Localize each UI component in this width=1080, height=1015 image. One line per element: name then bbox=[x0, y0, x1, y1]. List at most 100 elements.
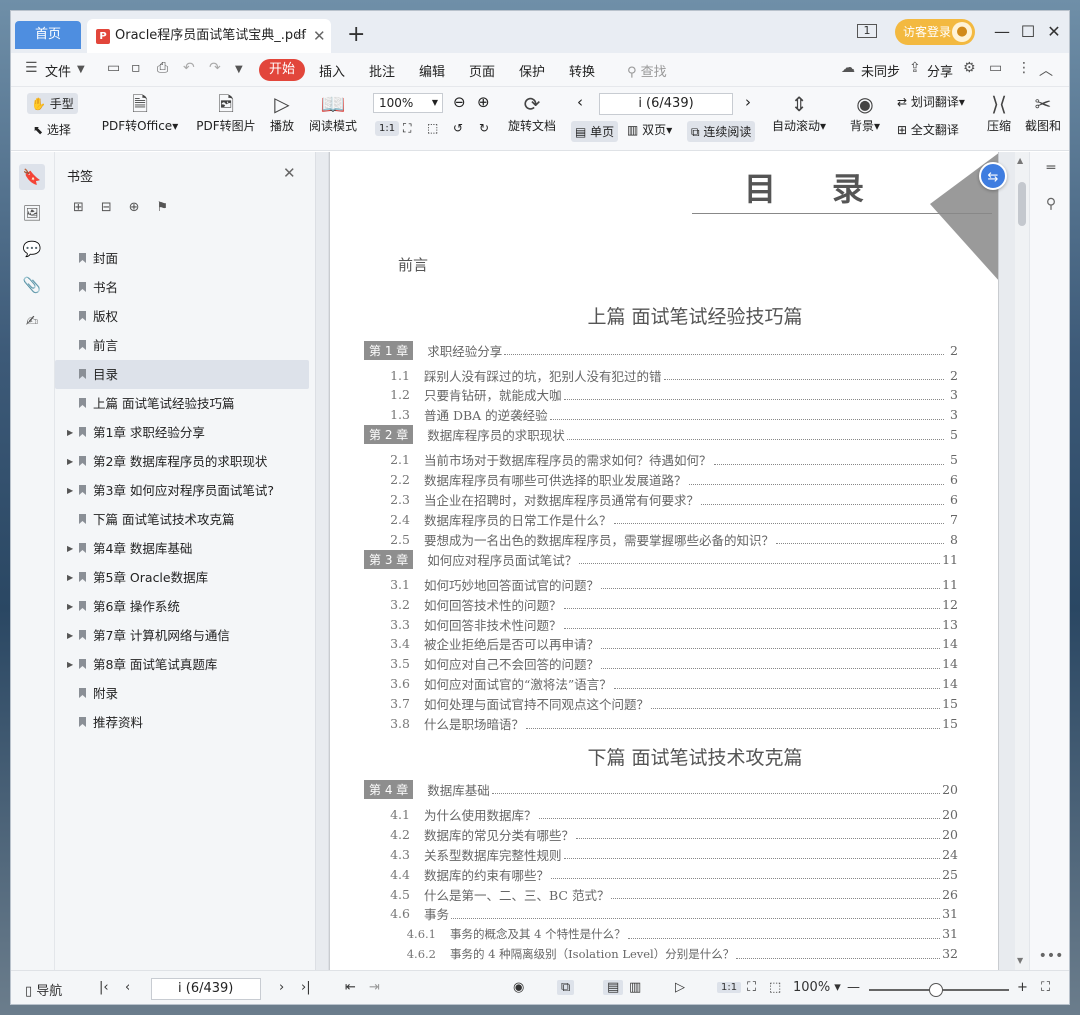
sidebar-item[interactable]: ▶ 第8章 面试笔试真题库 bbox=[55, 650, 315, 679]
single-view-icon[interactable]: ▤ bbox=[603, 980, 624, 995]
status-prev-page-icon[interactable]: ‹ bbox=[125, 980, 130, 995]
unsync-status[interactable]: 未同步 bbox=[861, 61, 900, 80]
fit-width-icon[interactable]: ⬚ bbox=[427, 121, 438, 135]
read-mode-button[interactable]: 📖 阅读模式 bbox=[307, 91, 359, 134]
tab-close-icon[interactable]: ✕ bbox=[313, 19, 326, 53]
status-next-page-icon[interactable]: › bbox=[279, 980, 284, 995]
sidebar-item[interactable]: 版权 bbox=[55, 302, 315, 331]
toc-section-row[interactable]: 4.3 关系型数据库完整性规则 24 bbox=[364, 844, 958, 864]
print-icon[interactable]: ⎙ bbox=[157, 60, 168, 76]
menu-convert[interactable]: 转换 bbox=[569, 61, 595, 80]
first-page-icon[interactable]: |‹ bbox=[99, 980, 109, 995]
toc-section-row[interactable]: 2.2 数据库程序员有哪些可供选择的职业发展道路？ 6 bbox=[364, 470, 958, 490]
forward-view-icon[interactable]: ⇥ bbox=[369, 980, 380, 995]
play-mode-icon[interactable]: ▷ bbox=[675, 980, 685, 995]
menu-insert[interactable]: 插入 bbox=[319, 61, 345, 80]
open-folder-icon[interactable]: ▭ bbox=[107, 60, 120, 76]
status-actual-size-icon[interactable]: 1:1 bbox=[717, 982, 742, 993]
sidebar-item[interactable]: 封面 bbox=[55, 244, 315, 273]
chevron-down-icon[interactable]: ▼ bbox=[77, 64, 85, 75]
cloud-sync-icon[interactable]: ☁ bbox=[841, 60, 855, 76]
convert-fab-icon[interactable]: ⇆ bbox=[979, 162, 1007, 190]
sidebar-item[interactable]: 前言 bbox=[55, 331, 315, 360]
pdf-to-image-button[interactable]: 🖻 PDF转图片 bbox=[193, 91, 259, 134]
screenshot-button[interactable]: ✂ 截图和 bbox=[1025, 91, 1061, 134]
sidebar-item[interactable]: ▶ 第3章 如何应对程序员面试笔试? bbox=[55, 476, 315, 505]
add-bookmark-icon[interactable]: ⊕ bbox=[129, 200, 153, 215]
menu-start[interactable]: 开始 bbox=[259, 59, 305, 81]
expand-arrow-icon[interactable]: ▶ bbox=[67, 650, 73, 679]
expand-all-icon[interactable]: ⊞ bbox=[73, 200, 97, 215]
toc-section-row[interactable]: 1.1 踩别人没有踩过的坑，犯别人没有犯过的错 2 bbox=[364, 365, 958, 385]
hamburger-menu-icon[interactable]: ☰ bbox=[25, 60, 38, 76]
auto-scroll-button[interactable]: ⇕ 自动滚动▾ bbox=[769, 91, 829, 134]
nav-toggle-button[interactable]: ▯ 导航 bbox=[25, 980, 62, 999]
toc-section-row[interactable]: 3.8 什么是职场暗语？ 15 bbox=[364, 714, 958, 734]
full-translate-button[interactable]: ⊞ 全文翻译 bbox=[897, 121, 959, 138]
expand-arrow-icon[interactable]: ▶ bbox=[67, 447, 73, 476]
thumbnail-icon[interactable]: 🖼 bbox=[19, 200, 45, 226]
menu-edit[interactable]: 编辑 bbox=[419, 61, 445, 80]
single-page-button[interactable]: ▤ 单页 bbox=[571, 121, 619, 142]
compress-button[interactable]: ⟩⟨ 压缩 bbox=[981, 91, 1017, 134]
toc-section-row[interactable]: 2.5 要想成为一名出色的数据库程序员，需要掌握哪些必备的知识？ 8 bbox=[364, 529, 958, 549]
attachment-icon[interactable]: 📎 bbox=[19, 272, 45, 298]
share-icon[interactable]: ⇪ bbox=[909, 60, 921, 76]
signature-icon[interactable]: ✍ bbox=[19, 308, 45, 334]
maximize-button[interactable]: ☐ bbox=[1017, 21, 1039, 43]
sidebar-item[interactable]: 下篇 面试笔试技术攻克篇 bbox=[55, 505, 315, 534]
hand-tool-button[interactable]: ✋ 手型 bbox=[27, 93, 78, 114]
status-zoom-select[interactable]: 100% ▾ bbox=[793, 980, 841, 995]
save-icon[interactable]: ▫ bbox=[131, 60, 141, 76]
zoom-out-icon[interactable]: ⊖ bbox=[453, 93, 466, 111]
minimize-button[interactable]: — bbox=[991, 21, 1013, 43]
sidebar-item[interactable]: 推荐资料 bbox=[55, 708, 315, 737]
sidebar-item[interactable]: ▶ 第7章 计算机网络与通信 bbox=[55, 621, 315, 650]
vertical-scrollbar[interactable]: ▲ ▼ bbox=[1015, 152, 1029, 970]
fit-page-icon[interactable]: ⛶ bbox=[403, 121, 411, 136]
menu-annotate[interactable]: 批注 bbox=[369, 61, 395, 80]
double-page-button[interactable]: ▥ 双页▾ bbox=[627, 121, 672, 138]
toc-section-row[interactable]: 3.3 如何回答非技术性问题？ 13 bbox=[364, 614, 958, 634]
toc-chapter-row[interactable]: 第 1 章求职经验分享 2 bbox=[364, 340, 958, 360]
next-page-icon[interactable]: › bbox=[745, 93, 751, 111]
toc-section-row[interactable]: 4.6 事务 31 bbox=[364, 904, 958, 924]
toc-chapter-row[interactable]: 第 4 章数据库基础 20 bbox=[364, 779, 958, 799]
redo-icon[interactable]: ↷ bbox=[209, 60, 221, 76]
expand-arrow-icon[interactable]: ▶ bbox=[67, 563, 73, 592]
continuous-read-button[interactable]: ⧉ 连续阅读 bbox=[687, 121, 756, 142]
word-translate-button[interactable]: ⇄ 划词翻译▾ bbox=[897, 93, 965, 110]
tab-home[interactable]: 首页 bbox=[15, 21, 81, 49]
bookmark-panel-icon[interactable]: 🔖 bbox=[19, 164, 45, 190]
sidebar-item[interactable]: 目录 bbox=[55, 360, 309, 389]
expand-arrow-icon[interactable]: ▶ bbox=[67, 418, 73, 447]
toc-section-row[interactable]: 3.2 如何回答技术性的问题？ 12 bbox=[364, 594, 958, 614]
rotate-document-button[interactable]: ⟳ 旋转文档 bbox=[505, 91, 559, 134]
menu-file[interactable]: 文件 bbox=[45, 61, 71, 80]
toc-section-row[interactable]: 2.1 当前市场对于数据库程序员的需求如何？待遇如何？ 5 bbox=[364, 450, 958, 470]
comment-panel-icon[interactable]: 💬 bbox=[19, 236, 45, 262]
undo-icon[interactable]: ↶ bbox=[183, 60, 195, 76]
status-fit-page-icon[interactable]: ⛶ bbox=[747, 980, 756, 995]
prev-page-icon[interactable]: ‹ bbox=[577, 93, 583, 111]
sidebar-item[interactable]: 书名 bbox=[55, 273, 315, 302]
toc-section-row[interactable]: 3.5 如何应对自己不会回答的问题？ 14 bbox=[364, 654, 958, 674]
select-tool-button[interactable]: ⬉ 选择 bbox=[33, 121, 71, 138]
settings-icon[interactable]: ⚙ bbox=[963, 60, 976, 76]
status-fit-width-icon[interactable]: ⬚ bbox=[769, 980, 781, 995]
close-window-button[interactable]: ✕ bbox=[1043, 21, 1065, 43]
sidebar-item[interactable]: ▶ 第2章 数据库程序员的求职现状 bbox=[55, 447, 315, 476]
sidebar-item[interactable]: ▶ 第1章 求职经验分享 bbox=[55, 418, 315, 447]
rotate-right-icon[interactable]: ↻ bbox=[479, 121, 489, 135]
toc-section-row[interactable]: 4.4 数据库的约束有哪些？ 25 bbox=[364, 864, 958, 884]
toc-section-row[interactable]: 1.3 普通 DBA 的逆袭经验 3 bbox=[364, 405, 958, 425]
sidebar-item[interactable]: ▶ 第4章 数据库基础 bbox=[55, 534, 315, 563]
panel-splitter[interactable] bbox=[315, 152, 329, 970]
scroll-down-icon[interactable]: ▼ bbox=[1017, 956, 1023, 965]
expand-arrow-icon[interactable]: ▶ bbox=[67, 476, 73, 505]
float-window-icon[interactable]: ▭ bbox=[295, 19, 305, 53]
toc-chapter-row[interactable]: 第 2 章数据库程序员的求职现状 5 bbox=[364, 425, 958, 445]
zoom-select[interactable]: 100% ▼ bbox=[373, 93, 443, 113]
toc-section-row[interactable]: 3.6 如何应对面试官的“激将法”语言？ 14 bbox=[364, 674, 958, 694]
comment-icon[interactable]: ▭ bbox=[989, 60, 1002, 76]
